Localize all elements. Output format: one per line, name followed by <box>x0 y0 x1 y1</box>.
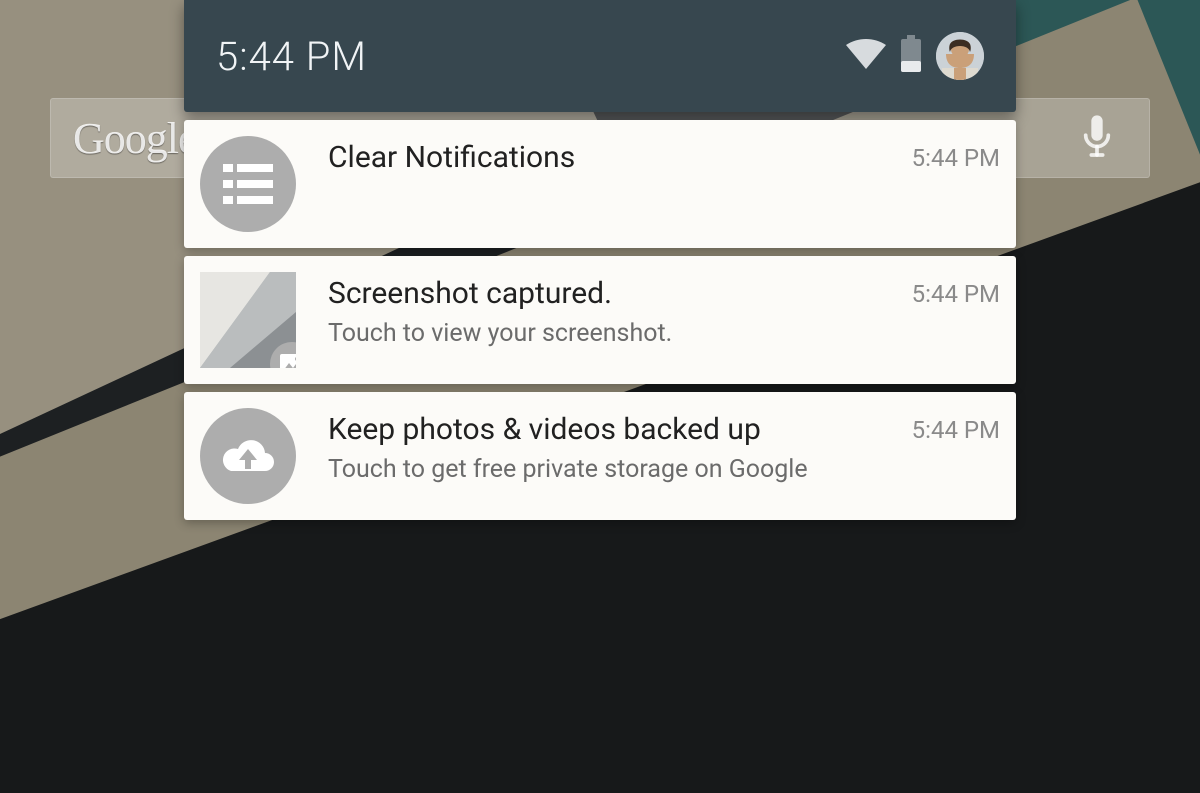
status-bar[interactable]: 5:44 PM <box>184 0 1016 112</box>
microphone-icon[interactable] <box>1067 108 1127 168</box>
notification-time: 5:44 PM <box>912 272 1000 308</box>
screenshot-thumbnail-icon <box>200 272 296 368</box>
notification-time: 5:44 PM <box>912 136 1000 172</box>
cloud-upload-icon <box>200 408 296 504</box>
notification-backup[interactable]: Keep photos & videos backed up Touch to … <box>184 392 1016 520</box>
notification-title: Screenshot captured. <box>328 276 880 312</box>
google-logo: Google <box>73 113 197 164</box>
notification-time: 5:44 PM <box>912 408 1000 444</box>
list-icon <box>200 136 296 232</box>
notification-title: Clear Notifications <box>328 140 880 176</box>
notification-text: Touch to view your screenshot. <box>328 318 880 349</box>
avatar[interactable] <box>936 32 984 80</box>
notification-text: Touch to get free private storage on Goo… <box>328 454 880 485</box>
notification-title: Keep photos & videos backed up <box>328 412 880 448</box>
notification-shade: 5:44 PM <box>184 0 1016 520</box>
battery-icon <box>900 35 922 77</box>
status-clock: 5:44 PM <box>216 33 367 80</box>
notification-clear[interactable]: Clear Notifications 5:44 PM <box>184 120 1016 248</box>
notification-screenshot[interactable]: Screenshot captured. Touch to view your … <box>184 256 1016 384</box>
wifi-icon <box>846 39 886 73</box>
